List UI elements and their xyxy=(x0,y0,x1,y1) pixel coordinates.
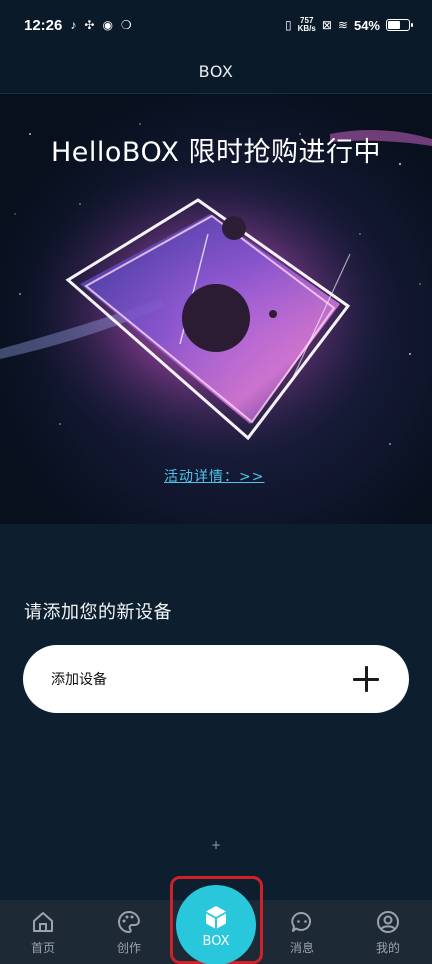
sim-disabled-icon: ⊠ xyxy=(321,18,332,32)
status-time: 12:26 xyxy=(24,16,63,34)
planet-small xyxy=(222,216,246,240)
planet-large xyxy=(182,284,250,352)
floating-plus-icon: + xyxy=(211,838,222,852)
nav-label-messages: 消息 xyxy=(289,941,314,955)
status-right: ▯ 757 KB/s ⊠ ≋ 54% xyxy=(285,17,413,33)
battery-fill xyxy=(388,21,400,29)
chat-icon xyxy=(291,911,311,932)
net-speed-unit: KB/s xyxy=(297,24,316,33)
activity-details-link[interactable]: 活动详情：>> xyxy=(164,466,264,486)
add-device-button[interactable]: 添加设备 xyxy=(23,645,409,713)
nav-item-messages[interactable]: 消息 xyxy=(270,900,334,964)
status-left: 12:26 ♪ ✣ ◉ ❍ xyxy=(24,17,132,34)
app-header: BOX xyxy=(0,50,432,94)
nav-item-profile[interactable]: 我的 xyxy=(356,900,420,964)
profile-icon xyxy=(377,911,399,933)
wifi-icon: ≋ xyxy=(337,18,348,32)
nav-item-create[interactable]: 创作 xyxy=(97,900,161,964)
battery-icon xyxy=(386,19,413,31)
vibrate-icon: ▯ xyxy=(285,18,292,32)
plus-icon[interactable] xyxy=(353,666,379,692)
net-speed: 757 KB/s xyxy=(298,17,316,33)
leaf-icon: ❍ xyxy=(120,18,132,32)
promo-banner[interactable]: HelloBOX 限时抢购进行中 活动详情：>> xyxy=(0,94,432,524)
add-device-heading: 请添加您的新设备 xyxy=(24,602,172,623)
battery-percent: 54% xyxy=(353,17,380,33)
weibo-icon: ◉ xyxy=(102,18,113,32)
banner-title: HelloBOX 限时抢购进行中 xyxy=(50,137,382,168)
nav-label-home: 首页 xyxy=(30,941,55,955)
pinwheel-icon: ✣ xyxy=(84,18,95,32)
nav-label-create: 创作 xyxy=(116,941,141,955)
nav-label-profile: 我的 xyxy=(375,941,400,955)
nav-label-box: BOX xyxy=(202,933,230,949)
add-device-label: 添加设备 xyxy=(51,672,107,688)
planet-tiny xyxy=(269,310,277,318)
cube-icon xyxy=(206,905,226,928)
status-bar: 12:26 ♪ ✣ ◉ ❍ ▯ 757 KB/s ⊠ ≋ 54% xyxy=(0,0,432,50)
nav-item-home[interactable]: 首页 xyxy=(11,900,75,964)
home-icon xyxy=(33,912,53,932)
tiktok-icon: ♪ xyxy=(70,18,77,32)
page-title: BOX xyxy=(198,62,234,81)
nav-item-box[interactable]: BOX xyxy=(176,885,256,964)
palette-icon xyxy=(118,910,141,934)
